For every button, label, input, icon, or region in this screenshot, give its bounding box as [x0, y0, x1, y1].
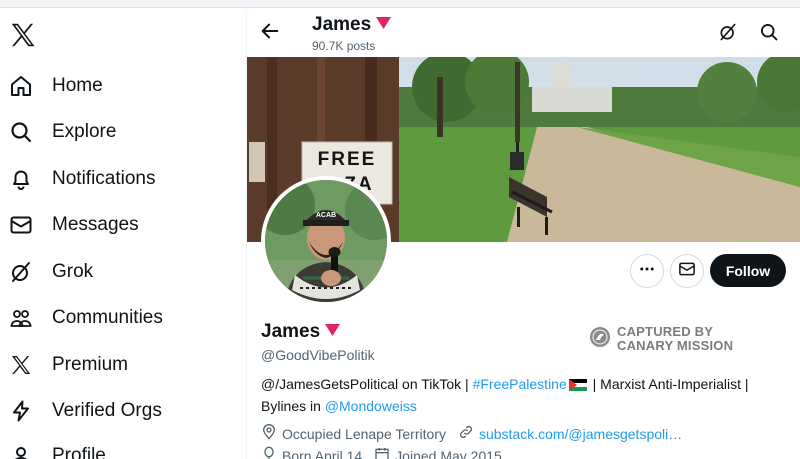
link-icon: [458, 424, 479, 443]
profile-meta-row-1: Occupied Lenape Territory substack.com/@…: [261, 424, 694, 443]
search-icon[interactable]: [759, 22, 781, 44]
browser-top-strip: [0, 0, 800, 8]
profile-column: James 90.7K posts FREE ACAB Follow James…: [247, 8, 800, 459]
header-title: James: [312, 14, 392, 36]
sidebar-item-notifications[interactable]: Notifications: [8, 159, 156, 199]
grok-icon: [8, 259, 34, 285]
bio-text-1: @/JamesGetsPolitical on TikTok |: [261, 376, 473, 392]
sidebar-item-verified-orgs[interactable]: Verified Orgs: [8, 391, 162, 431]
avatar-cap-text: ACAB: [316, 212, 336, 219]
envelope-icon: [8, 212, 34, 238]
back-arrow-icon[interactable]: [259, 20, 281, 42]
sidebar-item-label: Explore: [52, 121, 117, 142]
sidebar-item-label: Messages: [52, 214, 139, 235]
search-icon: [8, 119, 34, 145]
bell-icon: [8, 166, 34, 192]
website-item: substack.com/@jamesgetspoli…: [458, 424, 682, 443]
sidebar-item-grok[interactable]: Grok: [8, 252, 93, 292]
profile-header: James 90.7K posts: [247, 8, 800, 57]
profile-meta-row-2: Born April 14 Joined May 2015: [261, 446, 514, 459]
profile-display-name: James: [261, 321, 321, 342]
people-icon: [8, 305, 34, 331]
red-triangle-icon: [376, 14, 392, 36]
sidebar-item-label: Premium: [52, 354, 129, 375]
red-triangle-icon: [325, 321, 341, 343]
sidebar-item-premium[interactable]: Premium: [8, 345, 128, 385]
calendar-icon: [374, 446, 395, 459]
sidebar-item-label: Grok: [52, 261, 94, 282]
joined-text: Joined May 2015: [395, 447, 502, 459]
sidebar-item-communities[interactable]: Communities: [8, 298, 163, 338]
stamp-line2: CANARY MISSION: [617, 338, 734, 353]
post-count: 90.7K posts: [312, 39, 376, 53]
sidebar-item-label: Profile: [52, 445, 106, 459]
sidebar-item-label: Home: [52, 75, 103, 96]
location-item: Occupied Lenape Territory: [261, 424, 446, 443]
bio-mention-link[interactable]: @Mondoweiss: [325, 398, 417, 414]
message-button[interactable]: [670, 254, 704, 288]
home-icon: [8, 73, 34, 99]
birthday-item: Born April 14: [261, 446, 362, 459]
follow-button[interactable]: Follow: [710, 254, 786, 287]
sidebar-item-label: Verified Orgs: [52, 400, 162, 421]
location-pin-icon: [261, 424, 282, 443]
header-name: James: [312, 14, 372, 35]
website-link[interactable]: substack.com/@jamesgetspoli…: [479, 426, 682, 442]
sidebar-item-explore[interactable]: Explore: [8, 112, 116, 152]
sidebar-item-profile[interactable]: Profile: [8, 436, 106, 459]
more-options-button[interactable]: [630, 254, 664, 288]
x-logo-icon: [8, 352, 34, 378]
canary-logo-icon: [589, 326, 611, 353]
location-text: Occupied Lenape Territory: [282, 425, 446, 442]
grok-icon[interactable]: [718, 22, 740, 44]
profile-bio: @/JamesGetsPolitical on TikTok | #FreePa…: [261, 374, 781, 416]
sidebar-item-label: Notifications: [52, 168, 156, 189]
sidebar-item-label: Communities: [52, 307, 163, 328]
person-icon: [8, 443, 34, 459]
birthday-text: Born April 14: [282, 447, 363, 459]
envelope-icon: [678, 260, 696, 283]
palestine-flag-icon: [568, 376, 587, 396]
x-logo-icon[interactable]: [8, 20, 38, 50]
profile-handle: @GoodVibePolitik: [261, 347, 375, 363]
sidebar-item-home[interactable]: Home: [8, 66, 103, 106]
sidebar-item-messages[interactable]: Messages: [8, 205, 139, 245]
lightning-icon: [8, 398, 34, 424]
profile-name: James: [261, 321, 341, 343]
banner-sign-line1: FREE: [318, 149, 377, 170]
sidebar: Home Explore Notifications Messages Grok…: [0, 8, 246, 459]
canary-mission-stamp: CAPTURED BY CANARY MISSION: [589, 325, 733, 353]
bio-hashtag-link[interactable]: #FreePalestine: [473, 376, 567, 392]
more-dots-icon: [638, 260, 656, 283]
balloon-icon: [261, 446, 282, 459]
stamp-line1: CAPTURED BY: [617, 324, 714, 339]
joined-item: Joined May 2015: [374, 446, 502, 459]
avatar[interactable]: ACAB: [261, 176, 391, 306]
